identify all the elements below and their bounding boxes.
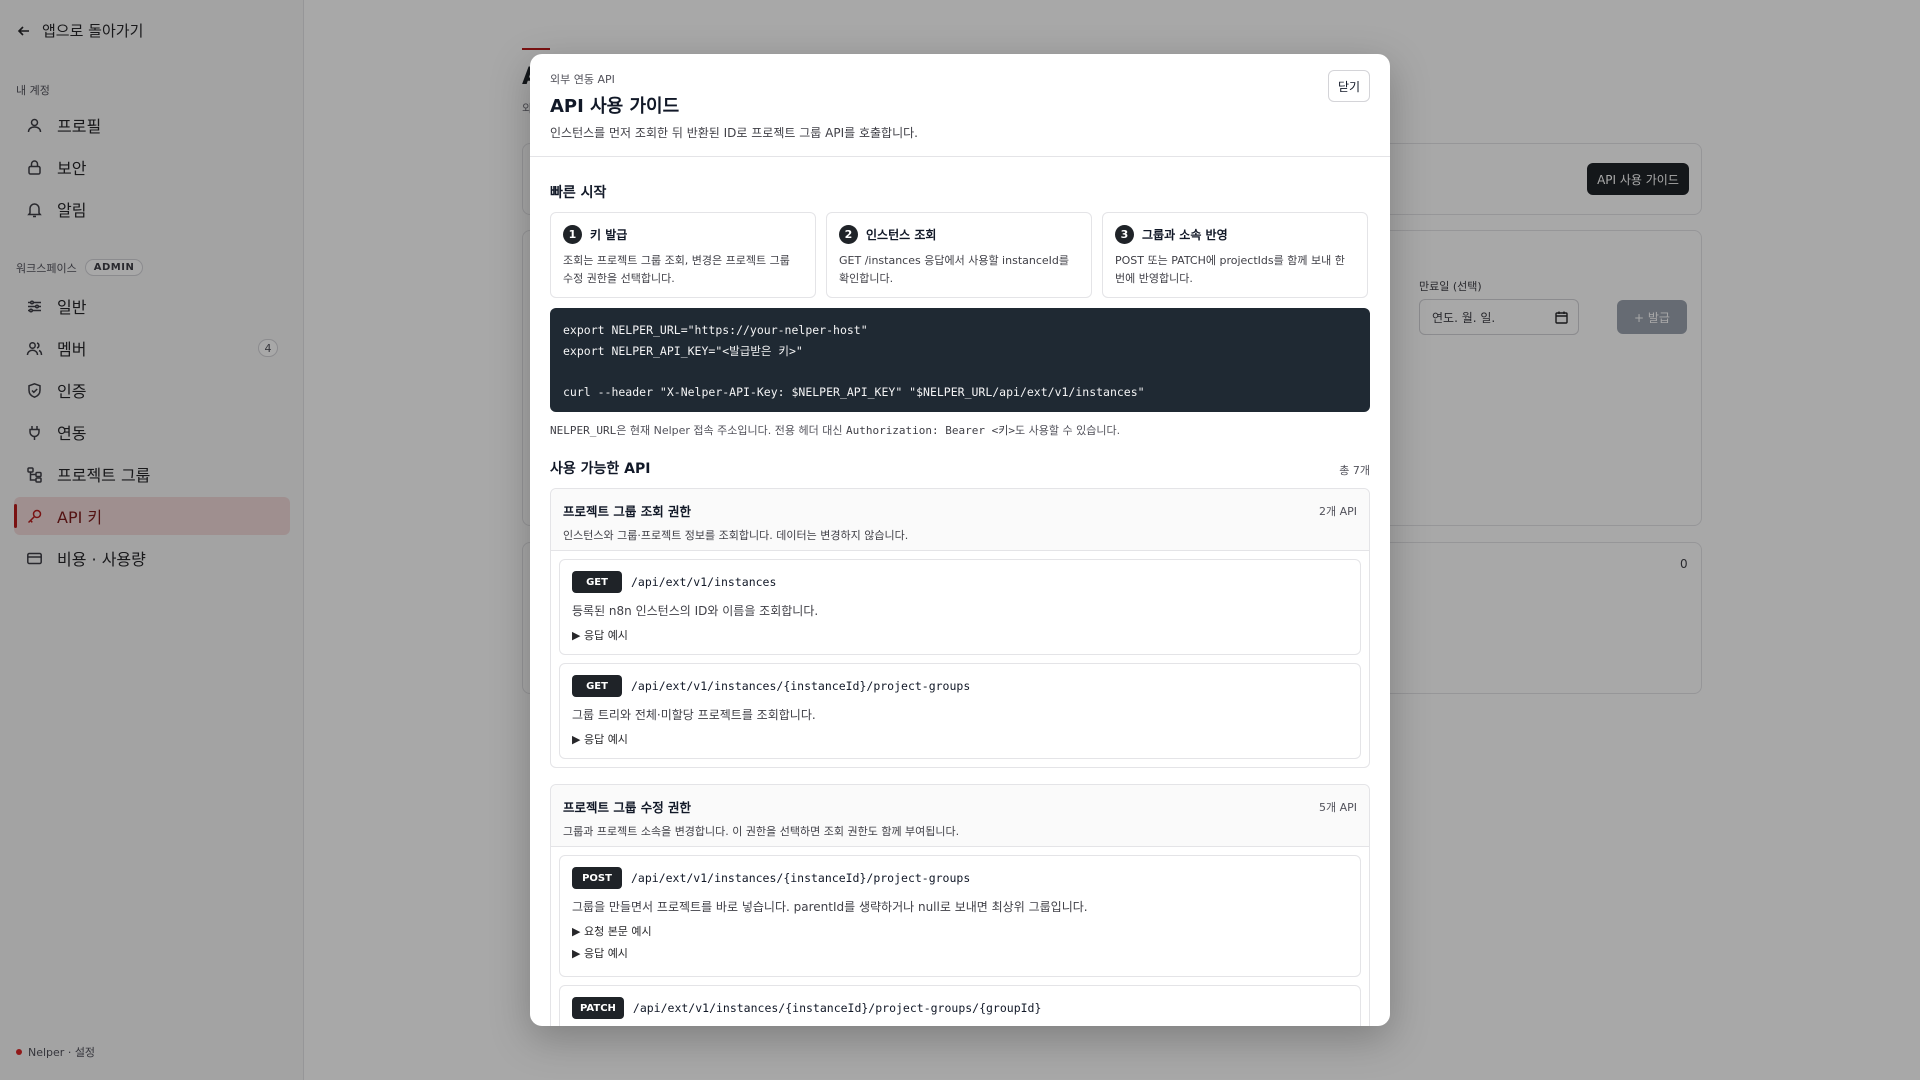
api-group-read: 프로젝트 그룹 조회 권한 인스턴스와 그룹·프로젝트 정보를 조회합니다. 데… bbox=[550, 488, 1370, 768]
available-api-title: 사용 가능한 API bbox=[550, 461, 651, 477]
step-title: 키 발급 bbox=[590, 228, 628, 242]
api-group-description: 인스턴스와 그룹·프로젝트 정보를 조회합니다. 데이터는 변경하지 않습니다. bbox=[563, 529, 909, 542]
api-path: /api/ext/v1/instances/{instanceId}/proje… bbox=[632, 1001, 1042, 1015]
response-example-toggle[interactable]: ▶ 응답 예시 bbox=[572, 731, 1348, 747]
close-button[interactable]: 닫기 bbox=[1328, 70, 1370, 102]
code-note: NELPER_URL은 현재 Nelper 접속 주소입니다. 전용 헤더 대신… bbox=[550, 422, 1120, 438]
api-endpoint-card: POST /api/ext/v1/instances/{instanceId}/… bbox=[559, 855, 1361, 977]
step-card: 3 그룹과 소속 반영 POST 또는 PATCH에 projectIds를 함께… bbox=[1102, 212, 1368, 298]
api-description: 그룹을 만들면서 프로젝트를 바로 넣습니다. parentId를 생략하거나 … bbox=[572, 900, 1088, 914]
step-description: POST 또는 PATCH에 projectIds를 함께 보내 한 번에 반영… bbox=[1115, 254, 1345, 285]
step-description: GET /instances 응답에서 사용할 instanceId를 확인합니… bbox=[839, 254, 1070, 285]
api-path: /api/ext/v1/instances/{instanceId}/proje… bbox=[631, 679, 971, 693]
http-method-badge: GET bbox=[572, 571, 622, 593]
quick-start-title: 빠른 시작 bbox=[550, 185, 607, 201]
api-group-header: 프로젝트 그룹 수정 권한 그룹과 프로젝트 소속을 변경합니다. 이 권한을 … bbox=[551, 785, 1369, 847]
modal-eyebrow: 외부 연동 API bbox=[550, 73, 615, 86]
http-method-badge: POST bbox=[572, 867, 622, 889]
api-description: 그룹 트리와 전체·미할당 프로젝트를 조회합니다. bbox=[572, 708, 816, 722]
http-method-badge: PATCH bbox=[572, 997, 624, 1019]
api-endpoint-card: GET /api/ext/v1/instances/{instanceId}/p… bbox=[559, 663, 1361, 759]
modal-header: 외부 연동 API API 사용 가이드 인스턴스를 먼저 조회한 뒤 반환된 … bbox=[530, 54, 1390, 157]
code-line: export NELPER_URL="https://your-nelper-h… bbox=[563, 323, 868, 337]
api-group-header: 프로젝트 그룹 조회 권한 인스턴스와 그룹·프로젝트 정보를 조회합니다. 데… bbox=[551, 489, 1369, 551]
response-example-toggle[interactable]: ▶ 응답 예시 bbox=[572, 945, 1348, 961]
code-note-text: 은 현재 Nelper 접속 주소입니다. 전용 헤더 대신 bbox=[616, 424, 846, 437]
api-guide-modal: 외부 연동 API API 사용 가이드 인스턴스를 먼저 조회한 뒤 반환된 … bbox=[530, 54, 1390, 1026]
api-group-count: 2개 API bbox=[1318, 505, 1357, 518]
step-card: 2 인스턴스 조회 GET /instances 응답에서 사용할 instanc… bbox=[826, 212, 1092, 298]
api-path: /api/ext/v1/instances bbox=[631, 575, 777, 589]
step-card: 1 키 발급 조회는 프로젝트 그룹 조회, 변경은 프로젝트 그룹 수정 권한을… bbox=[550, 212, 816, 298]
api-group-title: 프로젝트 그룹 조회 권한 bbox=[563, 504, 692, 519]
code-line: export NELPER_API_KEY="<발급받은 키>" bbox=[563, 343, 803, 358]
modal-title: API 사용 가이드 bbox=[550, 96, 680, 117]
modal-description: 인스턴스를 먼저 조회한 뒤 반환된 ID로 프로젝트 그룹 API를 호출합니… bbox=[550, 126, 918, 140]
step-title: 그룹과 소속 반영 bbox=[1142, 228, 1228, 242]
response-example-toggle[interactable]: ▶ 응답 예시 bbox=[572, 627, 1348, 643]
step-number: 2 bbox=[839, 225, 858, 244]
api-endpoint-card: PATCH /api/ext/v1/instances/{instanceId}… bbox=[559, 985, 1361, 1026]
api-group-count: 5개 API bbox=[1318, 801, 1357, 814]
step-title: 인스턴스 조회 bbox=[866, 228, 937, 242]
api-group-description: 그룹과 프로젝트 소속을 변경합니다. 이 권한을 선택하면 조회 권한도 함께… bbox=[563, 825, 960, 838]
request-body-example-toggle[interactable]: ▶ 요청 본문 예시 bbox=[572, 923, 1348, 939]
code-note-var: NELPER_URL bbox=[550, 424, 617, 437]
code-note-text: 도 사용할 수 있습니다. bbox=[1015, 424, 1121, 437]
step-number: 3 bbox=[1115, 225, 1134, 244]
quick-start-code[interactable]: export NELPER_URL="https://your-nelper-h… bbox=[550, 308, 1370, 412]
code-note-header: Authorization: Bearer <키> bbox=[845, 424, 1016, 437]
api-endpoint-card: GET /api/ext/v1/instances 등록된 n8n 인스턴스의 … bbox=[559, 559, 1361, 655]
api-description: 등록된 n8n 인스턴스의 ID와 이름을 조회합니다. bbox=[572, 604, 819, 618]
api-group-write: 프로젝트 그룹 수정 권한 그룹과 프로젝트 소속을 변경합니다. 이 권한을 … bbox=[550, 784, 1370, 1026]
modal-body[interactable]: 빠른 시작 1 키 발급 조회는 프로젝트 그룹 조회, 변경은 프로젝트 그룹 … bbox=[530, 158, 1390, 1026]
http-method-badge: GET bbox=[572, 675, 622, 697]
api-path: /api/ext/v1/instances/{instanceId}/proje… bbox=[631, 871, 971, 885]
available-api-total: 총 7개 bbox=[1339, 464, 1370, 477]
api-group-title: 프로젝트 그룹 수정 권한 bbox=[563, 800, 692, 815]
code-line: curl --header "X-Nelper-API-Key: $NELPER… bbox=[563, 384, 1145, 399]
step-description: 조회는 프로젝트 그룹 조회, 변경은 프로젝트 그룹 수정 권한을 선택합니다… bbox=[563, 254, 790, 285]
step-number: 1 bbox=[563, 225, 582, 244]
